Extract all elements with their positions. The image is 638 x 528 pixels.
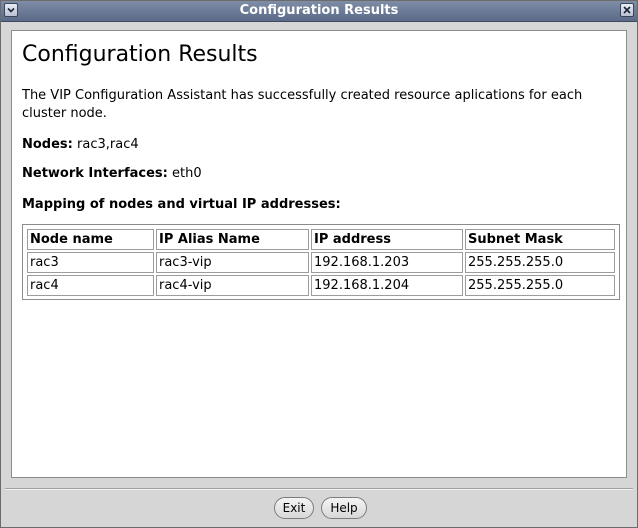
dialog-window: Configuration Results Configuration Resu… [0, 0, 638, 528]
exit-button[interactable]: Exit [274, 497, 314, 519]
button-bar-separator [5, 488, 633, 490]
column-header-ip-alias-name[interactable]: IP Alias Name [156, 229, 309, 250]
table-cell: 255.255.255.0 [465, 275, 615, 296]
network-interfaces-line: Network Interfaces: eth0 [22, 165, 202, 183]
nodes-line: Nodes: rac3,rac4 [22, 136, 139, 154]
table-header-row: Node name IP Alias Name IP address Subne… [27, 229, 615, 250]
table-cell: rac4-vip [156, 275, 309, 296]
page-title: Configuration Results [22, 42, 258, 67]
help-button[interactable]: Help [321, 497, 367, 519]
mapping-table-frame: Node name IP Alias Name IP address Subne… [22, 224, 620, 300]
nodes-value: rac3,rac4 [77, 137, 139, 152]
description-text: The VIP Configuration Assistant has succ… [22, 88, 583, 121]
mapping-table: Node name IP Alias Name IP address Subne… [25, 227, 617, 298]
window-close-button[interactable] [620, 3, 634, 17]
window-title: Configuration Results [239, 3, 399, 18]
table-row[interactable]: rac4 rac4-vip 192.168.1.204 255.255.255.… [27, 275, 615, 296]
table-cell: 192.168.1.203 [311, 252, 463, 273]
table-cell: rac3 [27, 252, 154, 273]
column-header-node-name[interactable]: Node name [27, 229, 154, 250]
network-interfaces-label: Network Interfaces: [22, 166, 168, 181]
mapping-title: Mapping of nodes and virtual IP addresse… [22, 197, 341, 212]
close-icon [621, 4, 633, 16]
nodes-label: Nodes: [22, 137, 73, 152]
results-panel: Configuration Results The VIP Configurat… [11, 30, 627, 478]
table-cell: 255.255.255.0 [465, 252, 615, 273]
table-cell: 192.168.1.204 [311, 275, 463, 296]
table-cell: rac3-vip [156, 252, 309, 273]
column-header-ip-address[interactable]: IP address [311, 229, 463, 250]
table-row[interactable]: rac3 rac3-vip 192.168.1.203 255.255.255.… [27, 252, 615, 273]
table-cell: rac4 [27, 275, 154, 296]
column-header-subnet-mask[interactable]: Subnet Mask [465, 229, 615, 250]
network-interfaces-value: eth0 [172, 166, 202, 181]
title-bar[interactable]: Configuration Results [1, 1, 637, 22]
